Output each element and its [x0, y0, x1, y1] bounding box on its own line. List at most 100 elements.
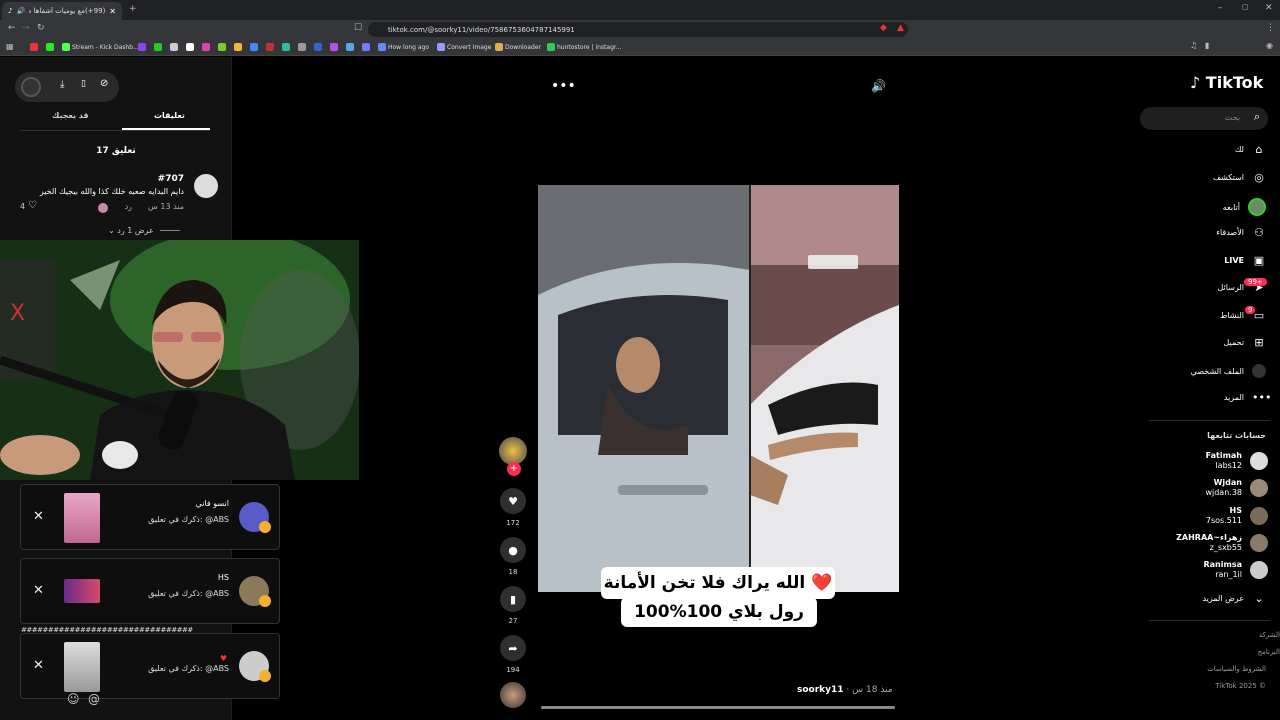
- following-account[interactable]: HS 7sos.511: [1206, 506, 1268, 526]
- like-button[interactable]: ♥ 172: [499, 488, 527, 527]
- footer-company[interactable]: الشركة: [1259, 631, 1280, 639]
- extension-alert-icon[interactable]: ▲: [897, 23, 904, 33]
- browser-tab-bar: ♪ 🔊 (99+)مع يوميات أشقاها صبري ✕ + – ▢ ✕: [0, 0, 1280, 20]
- tiktok-logo[interactable]: ♪ TikTok: [1190, 73, 1263, 92]
- maximize-icon[interactable]: ▢: [1242, 3, 1249, 11]
- profile-icon[interactable]: ◉: [1266, 41, 1273, 50]
- nav-for-you[interactable]: لك ⌂: [1235, 143, 1266, 156]
- bookmark-icon[interactable]: [170, 43, 178, 51]
- reply-link[interactable]: رد: [125, 202, 132, 211]
- see-more-following[interactable]: عرض المزيد ⌄: [1202, 592, 1266, 605]
- compass-icon[interactable]: ⊘: [100, 78, 108, 89]
- bookmark-icon[interactable]: [250, 43, 258, 51]
- bookmark-icon[interactable]: [30, 43, 38, 51]
- heart-emoji-icon: ♥: [219, 654, 227, 663]
- save-button[interactable]: ▮ 27: [499, 586, 527, 625]
- footer-terms[interactable]: الشروط والسياسات: [1207, 665, 1266, 673]
- bookmark-icon[interactable]: [314, 43, 322, 51]
- bookmark-icon[interactable]: [186, 43, 194, 51]
- nav-more[interactable]: المزيد •••: [1224, 391, 1272, 404]
- search-input[interactable]: بحث ⌕: [1140, 107, 1268, 130]
- bookmark-icon[interactable]: [362, 43, 370, 51]
- bookmark-icon[interactable]: [154, 43, 162, 51]
- new-tab-icon[interactable]: +: [129, 4, 137, 14]
- bookmark-icon[interactable]: [218, 43, 226, 51]
- share-button[interactable]: ➦ 194: [499, 635, 527, 674]
- phone-icon[interactable]: ▯: [81, 79, 86, 89]
- tiktok-favicon: ♪: [8, 7, 13, 15]
- bookmark-kick[interactable]: Stream - Kick Dashb...: [62, 43, 139, 51]
- bookmark-icon[interactable]: [266, 43, 274, 51]
- view-replies-link[interactable]: ⌄ عرض 1 رد: [108, 226, 181, 235]
- notification-card[interactable]: ✕ HS ذكرك في تعليق: @ABS: [20, 558, 280, 624]
- nav-live[interactable]: LIVE ▣: [1224, 254, 1266, 267]
- notification-thumbnail: [64, 642, 100, 692]
- bookmark-icon[interactable]: [234, 43, 242, 51]
- bookmark-star-icon[interactable]: ☐: [354, 23, 362, 33]
- notification-card[interactable]: ✕ ♥ ذكرك في تعليق: @ABS: [20, 633, 280, 699]
- speaker-icon[interactable]: 🔊: [16, 7, 25, 15]
- bookmark-icon[interactable]: [202, 43, 210, 51]
- bookmark-icon[interactable]: [282, 43, 290, 51]
- close-icon[interactable]: ✕: [33, 509, 44, 524]
- url-input[interactable]: tiktok.com/@soorky11/video/7586753604787…: [368, 22, 908, 37]
- forward-icon[interactable]: →: [22, 23, 30, 33]
- nav-upload[interactable]: تحميل ⊞: [1224, 336, 1267, 349]
- browser-menu-icon[interactable]: ⋮: [1266, 23, 1275, 33]
- nav-friends[interactable]: الأصدقاء ⚇: [1216, 226, 1266, 239]
- close-icon[interactable]: ✕: [33, 658, 44, 673]
- nav-activity[interactable]: النشاط ▭: [1220, 309, 1266, 322]
- browser-tab[interactable]: ♪ 🔊 (99+)مع يوميات أشقاها صبري ✕: [2, 2, 122, 20]
- tiktok-badge-icon: [259, 670, 271, 682]
- sidebar-icon[interactable]: ▮: [1205, 41, 1209, 50]
- tab-you-may-like[interactable]: قد يعجبك: [52, 111, 89, 120]
- commenter-avatar[interactable]: [194, 174, 218, 198]
- bookmark-how-long-ago[interactable]: How long ago: [378, 43, 429, 51]
- following-account[interactable]: Fatimah labs12: [1206, 451, 1268, 471]
- notification-card[interactable]: ✕ انسو فاني ذكرك في تعليق: @ABS: [20, 484, 280, 550]
- follow-plus-icon[interactable]: +: [507, 462, 521, 476]
- sound-disc[interactable]: [499, 682, 527, 708]
- bookmark-icon[interactable]: [346, 43, 354, 51]
- music-icon[interactable]: ♫: [1190, 41, 1197, 50]
- video-progress-bar[interactable]: [541, 706, 895, 709]
- comment-author[interactable]: #707: [158, 174, 184, 184]
- emoji-icon[interactable]: ☺: [67, 692, 80, 706]
- close-icon[interactable]: ✕: [33, 583, 44, 598]
- bookmark-icon[interactable]: [330, 43, 338, 51]
- author-avatar[interactable]: [21, 77, 41, 97]
- close-tab-icon[interactable]: ✕: [109, 7, 116, 16]
- search-icon[interactable]: ⌕: [1254, 110, 1260, 124]
- bookmark-convert-image[interactable]: Convert Image: [437, 43, 491, 51]
- extension-shield-icon[interactable]: ◆: [880, 23, 887, 33]
- nav-following[interactable]: أتابعه: [1223, 198, 1266, 216]
- close-window-icon[interactable]: ✕: [1265, 3, 1273, 13]
- footer-program[interactable]: البرنامج: [1258, 648, 1280, 656]
- apps-grid-icon[interactable]: ▦: [6, 42, 14, 51]
- creator-avatar[interactable]: [499, 437, 527, 465]
- video-player[interactable]: [538, 185, 899, 592]
- bookmark-icon[interactable]: [138, 43, 146, 51]
- bookmark-huntostore[interactable]: huntostore | instagr...: [547, 43, 622, 51]
- more-options-icon[interactable]: •••: [551, 78, 576, 94]
- nav-explore[interactable]: استكشف ◎: [1213, 171, 1266, 184]
- bookmark-icon[interactable]: [46, 43, 54, 51]
- like-heart-icon[interactable]: ♡: [28, 200, 37, 211]
- reload-icon[interactable]: ↻: [37, 23, 45, 33]
- mention-icon[interactable]: @: [88, 692, 100, 706]
- nav-profile[interactable]: الملف الشخصي: [1191, 364, 1266, 378]
- following-account[interactable]: Ranimsa ran_1il: [1204, 560, 1268, 580]
- back-icon[interactable]: ←: [8, 23, 16, 33]
- following-account[interactable]: Wjdan wjdan.38: [1205, 478, 1268, 498]
- tab-comments[interactable]: تعليقات: [154, 111, 185, 120]
- volume-icon[interactable]: 🔊: [871, 79, 886, 93]
- bookmark-icon[interactable]: [298, 43, 306, 51]
- creator-avatar-follow[interactable]: +: [499, 437, 527, 476]
- video-author[interactable]: soorky11 · منذ 18 س: [797, 685, 893, 695]
- download-icon[interactable]: ⤓: [60, 79, 64, 90]
- sound-disc-icon: [500, 682, 526, 708]
- bookmark-downloader[interactable]: Downloader: [495, 43, 541, 51]
- comment-button[interactable]: ● 18: [499, 537, 527, 576]
- minimize-icon[interactable]: –: [1218, 3, 1223, 13]
- following-account[interactable]: ZAHRAA~زهراء z_sxb55: [1176, 533, 1268, 553]
